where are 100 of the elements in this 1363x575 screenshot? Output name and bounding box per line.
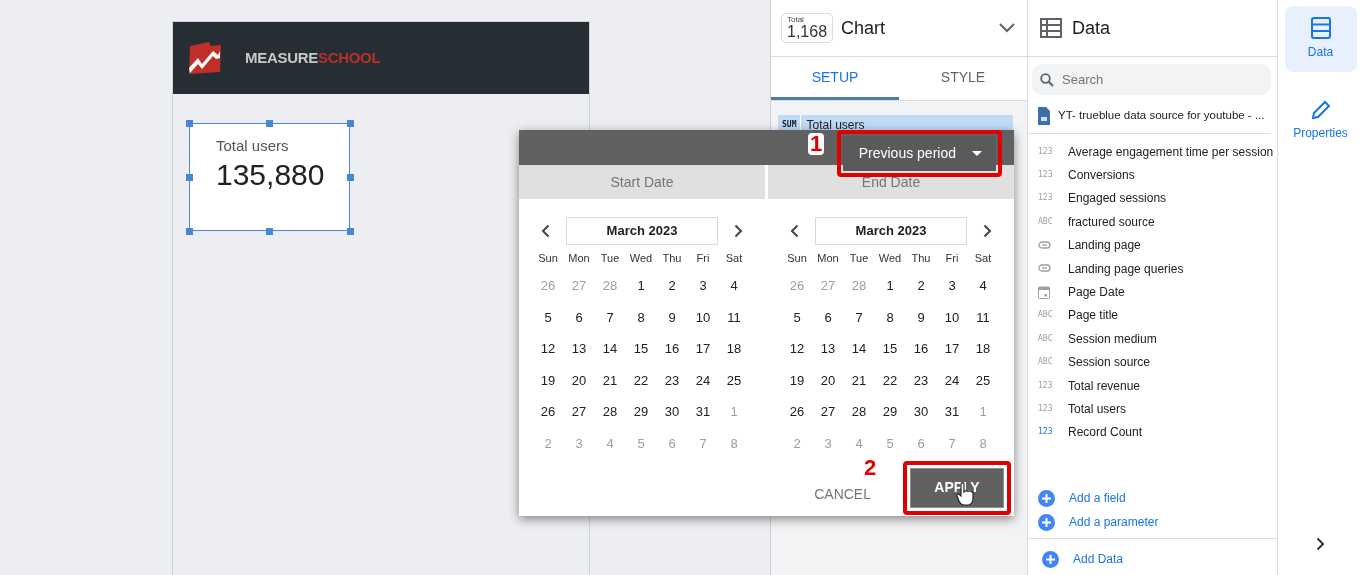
calendar-day[interactable]: 15 bbox=[625, 333, 657, 365]
calendar-day[interactable]: 30 bbox=[905, 396, 937, 428]
calendar-day[interactable]: 11 bbox=[718, 301, 750, 333]
field-item[interactable]: Page Date bbox=[1028, 280, 1277, 304]
calendar-day[interactable]: 28 bbox=[594, 396, 626, 428]
calendar-day[interactable]: 9 bbox=[905, 301, 937, 333]
calendar-day[interactable]: 2 bbox=[656, 270, 688, 302]
calendar-day[interactable]: 4 bbox=[718, 270, 750, 302]
field-type-label: 123 bbox=[1038, 379, 1054, 392]
calendar-day[interactable]: 12 bbox=[532, 333, 564, 365]
calendar-day[interactable]: 31 bbox=[936, 396, 968, 428]
calendar-day[interactable]: 26 bbox=[532, 396, 564, 428]
calendar-day[interactable]: 23 bbox=[905, 364, 937, 396]
calendar-day[interactable]: 22 bbox=[625, 364, 657, 396]
calendar-day[interactable]: 28 bbox=[843, 396, 875, 428]
field-item[interactable]: ABC Session source bbox=[1028, 350, 1277, 374]
resize-handle[interactable] bbox=[266, 120, 273, 127]
field-item[interactable]: ABC Page title bbox=[1028, 303, 1277, 328]
calendar-day[interactable]: 8 bbox=[874, 301, 906, 333]
rail-button[interactable]: Properties bbox=[1284, 88, 1357, 154]
field-item[interactable]: 123 Total revenue bbox=[1028, 373, 1277, 398]
resize-handle[interactable] bbox=[186, 228, 193, 235]
calendar-day[interactable]: 20 bbox=[812, 364, 844, 396]
calendar-day[interactable]: 5 bbox=[532, 301, 564, 333]
total-badge: Total 1,168 bbox=[781, 13, 834, 43]
calendar-day[interactable]: 29 bbox=[874, 396, 906, 428]
calendar-day[interactable]: 7 bbox=[594, 301, 626, 333]
data-source-name[interactable]: YT- trueblue data source for youtube - ... bbox=[1058, 107, 1265, 125]
calendar-day[interactable]: 25 bbox=[718, 364, 750, 396]
calendar-day[interactable]: 16 bbox=[905, 333, 937, 365]
calendar-day[interactable]: 13 bbox=[563, 333, 595, 365]
calendar-day[interactable]: 6 bbox=[563, 301, 595, 333]
calendar-day[interactable]: 3 bbox=[936, 270, 968, 302]
next-month-icon bbox=[983, 223, 992, 238]
calendar-day[interactable]: 19 bbox=[781, 364, 813, 396]
pencil-icon bbox=[1310, 100, 1331, 120]
calendar-day[interactable]: 2 bbox=[905, 270, 937, 302]
chevron-down-icon[interactable] bbox=[999, 23, 1015, 33]
calendar-day[interactable]: 17 bbox=[936, 333, 968, 365]
calendar-day[interactable]: 9 bbox=[656, 301, 688, 333]
field-item[interactable]: 123 Total users bbox=[1028, 397, 1277, 421]
calendar-day[interactable]: 24 bbox=[936, 364, 968, 396]
calendar-day[interactable]: 21 bbox=[594, 364, 626, 396]
rail-button[interactable]: Data bbox=[1284, 6, 1357, 72]
resize-handle[interactable] bbox=[266, 228, 273, 235]
field-item[interactable]: 123 Conversions bbox=[1028, 163, 1277, 187]
calendar-day[interactable]: 18 bbox=[718, 333, 750, 365]
calendar-day[interactable]: 3 bbox=[687, 270, 719, 302]
field-item[interactable]: 123 Record Count bbox=[1028, 420, 1277, 445]
calendar-day[interactable]: 24 bbox=[687, 364, 719, 396]
calendar-day[interactable]: 14 bbox=[594, 333, 626, 365]
calendar-day[interactable]: 18 bbox=[967, 333, 999, 365]
calendar-day[interactable]: 27 bbox=[812, 396, 844, 428]
chevron-right-icon[interactable] bbox=[1316, 536, 1325, 551]
resize-handle[interactable] bbox=[347, 120, 354, 127]
field-item[interactable]: ABC Session medium bbox=[1028, 327, 1277, 351]
calendar-day[interactable]: 30 bbox=[656, 396, 688, 428]
comparison-dropdown[interactable]: Previous period bbox=[842, 136, 996, 171]
weekday-label: Fri bbox=[695, 250, 711, 266]
resize-handle[interactable] bbox=[347, 174, 354, 181]
calendar-day[interactable]: 4 bbox=[967, 270, 999, 302]
calendar-day[interactable]: 22 bbox=[874, 364, 906, 396]
calendar-day[interactable]: 1 bbox=[625, 270, 657, 302]
field-item[interactable]: Landing page queries bbox=[1028, 256, 1277, 281]
calendar-day[interactable]: 6 bbox=[812, 301, 844, 333]
calendar-day[interactable]: 26 bbox=[781, 396, 813, 428]
calendar-day[interactable]: 5 bbox=[781, 301, 813, 333]
field-item[interactable]: Landing page bbox=[1028, 233, 1277, 257]
calendar-day[interactable]: 14 bbox=[843, 333, 875, 365]
add-link[interactable]: Add a field bbox=[1028, 486, 1136, 510]
field-item[interactable]: 123 Average engagement time per session bbox=[1028, 140, 1277, 164]
weekday-label: Fri bbox=[944, 250, 960, 266]
calendar-day[interactable]: 15 bbox=[874, 333, 906, 365]
calendar-day[interactable]: 21 bbox=[843, 364, 875, 396]
calendar-day[interactable]: 20 bbox=[563, 364, 595, 396]
calendar-day[interactable]: 29 bbox=[625, 396, 657, 428]
calendar-day[interactable]: 17 bbox=[687, 333, 719, 365]
calendar-day[interactable]: 10 bbox=[687, 301, 719, 333]
calendar-day[interactable]: 31 bbox=[687, 396, 719, 428]
calendar-day[interactable]: 19 bbox=[532, 364, 564, 396]
search-field[interactable]: Search bbox=[1032, 64, 1271, 95]
calendar-day[interactable]: 27 bbox=[563, 396, 595, 428]
calendar-day[interactable]: 1 bbox=[874, 270, 906, 302]
field-item[interactable]: ABC fractured source bbox=[1028, 210, 1277, 234]
calendar-day[interactable]: 12 bbox=[781, 333, 813, 365]
calendar-day[interactable]: 7 bbox=[843, 301, 875, 333]
field-item[interactable]: 123 Engaged sessions bbox=[1028, 186, 1277, 211]
calendar-day[interactable]: 25 bbox=[967, 364, 999, 396]
calendar-day[interactable]: 16 bbox=[656, 333, 688, 365]
calendar-day[interactable]: 10 bbox=[936, 301, 968, 333]
resize-handle[interactable] bbox=[186, 174, 193, 181]
resize-handle[interactable] bbox=[347, 228, 354, 235]
add-link[interactable]: Add a parameter bbox=[1028, 510, 1169, 534]
cancel-button[interactable]: CANCEL bbox=[808, 483, 877, 506]
calendar-day[interactable]: 13 bbox=[812, 333, 844, 365]
calendar-day[interactable]: 11 bbox=[967, 301, 999, 333]
calendar-day[interactable]: 8 bbox=[625, 301, 657, 333]
calendar-day[interactable]: 23 bbox=[656, 364, 688, 396]
resize-handle[interactable] bbox=[186, 120, 193, 127]
add-data-link[interactable]: Add Data bbox=[1032, 547, 1134, 571]
